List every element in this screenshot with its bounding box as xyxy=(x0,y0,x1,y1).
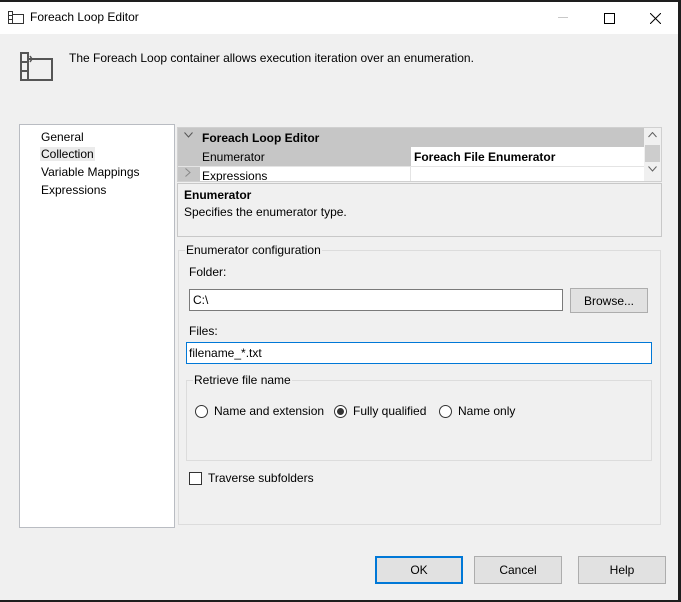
radio-label: Name and extension xyxy=(214,404,325,418)
title-bar: Foreach Loop Editor xyxy=(0,2,678,34)
radio-unselected-icon[interactable] xyxy=(439,404,452,418)
radio-unselected-icon[interactable] xyxy=(195,404,208,418)
ok-button[interactable]: OK xyxy=(375,556,463,584)
radio-label: Name only xyxy=(458,404,516,418)
minimize-button[interactable] xyxy=(540,2,586,34)
minimize-icon xyxy=(558,17,568,18)
retrieve-file-name-group xyxy=(186,380,652,461)
scroll-up-icon[interactable] xyxy=(648,130,657,141)
nav-item-variable-mappings[interactable]: Variable Mappings xyxy=(40,165,141,179)
property-category-label: Foreach Loop Editor xyxy=(202,131,320,145)
files-input[interactable] xyxy=(186,342,652,364)
close-button[interactable] xyxy=(632,2,678,34)
traverse-subfolders-checkbox[interactable]: Traverse subfolders xyxy=(189,471,314,485)
property-grid: Foreach Loop Editor Enumerator Foreach F… xyxy=(177,127,662,182)
close-icon xyxy=(649,12,661,24)
cancel-button[interactable]: Cancel xyxy=(474,556,562,584)
window-title: Foreach Loop Editor xyxy=(30,10,139,24)
maximize-icon xyxy=(603,12,615,24)
traverse-subfolders-label: Traverse subfolders xyxy=(208,471,314,485)
enumerator-configuration-legend: Enumerator configuration xyxy=(185,243,322,257)
radio-fully-qualified[interactable]: Fully qualified xyxy=(334,404,426,418)
page-navigation: General Collection Variable Mappings Exp… xyxy=(19,124,175,528)
folder-input[interactable] xyxy=(189,289,563,311)
nav-item-general[interactable]: General xyxy=(40,130,85,144)
property-category[interactable]: Foreach Loop Editor xyxy=(178,128,644,147)
property-name: Enumerator xyxy=(202,150,265,164)
scroll-down-icon[interactable] xyxy=(648,164,657,175)
description-title: Enumerator xyxy=(184,188,252,202)
radio-name-only[interactable]: Name only xyxy=(439,404,515,418)
description-text: Specifies the enumerator type. xyxy=(184,205,347,219)
help-button[interactable]: Help xyxy=(578,556,666,584)
property-name: Expressions xyxy=(202,169,268,182)
files-label: Files: xyxy=(189,324,218,338)
radio-name-and-extension[interactable]: Name and extension xyxy=(195,404,324,418)
header-description: The Foreach Loop container allows execut… xyxy=(69,51,474,65)
foreach-loop-container-icon xyxy=(20,52,53,81)
property-row-enumerator[interactable]: Enumerator Foreach File Enumerator xyxy=(178,147,644,166)
property-grid-scrollbar[interactable] xyxy=(644,128,661,181)
nav-item-expressions[interactable]: Expressions xyxy=(40,183,107,197)
checkbox-unchecked-icon[interactable] xyxy=(189,471,202,485)
nav-item-collection[interactable]: Collection xyxy=(40,147,95,161)
foreach-loop-icon xyxy=(8,11,24,24)
radio-selected-icon[interactable] xyxy=(334,404,347,418)
retrieve-file-name-legend: Retrieve file name xyxy=(193,373,292,387)
radio-label: Fully qualified xyxy=(353,404,427,418)
column-divider xyxy=(410,167,411,181)
property-row-expressions[interactable]: Expressions xyxy=(178,166,644,182)
foreach-loop-editor-window: Foreach Loop Editor The Foreach Loop con… xyxy=(0,2,678,600)
chevron-down-icon[interactable] xyxy=(184,130,193,141)
property-description-panel: Enumerator Specifies the enumerator type… xyxy=(177,183,662,237)
folder-label: Folder: xyxy=(189,265,227,279)
maximize-button[interactable] xyxy=(586,2,632,34)
enumerator-value-dropdown[interactable]: Foreach File Enumerator xyxy=(411,147,644,166)
browse-button[interactable]: Browse... xyxy=(570,288,648,313)
chevron-right-icon[interactable] xyxy=(185,168,191,180)
scroll-thumb[interactable] xyxy=(645,145,660,162)
